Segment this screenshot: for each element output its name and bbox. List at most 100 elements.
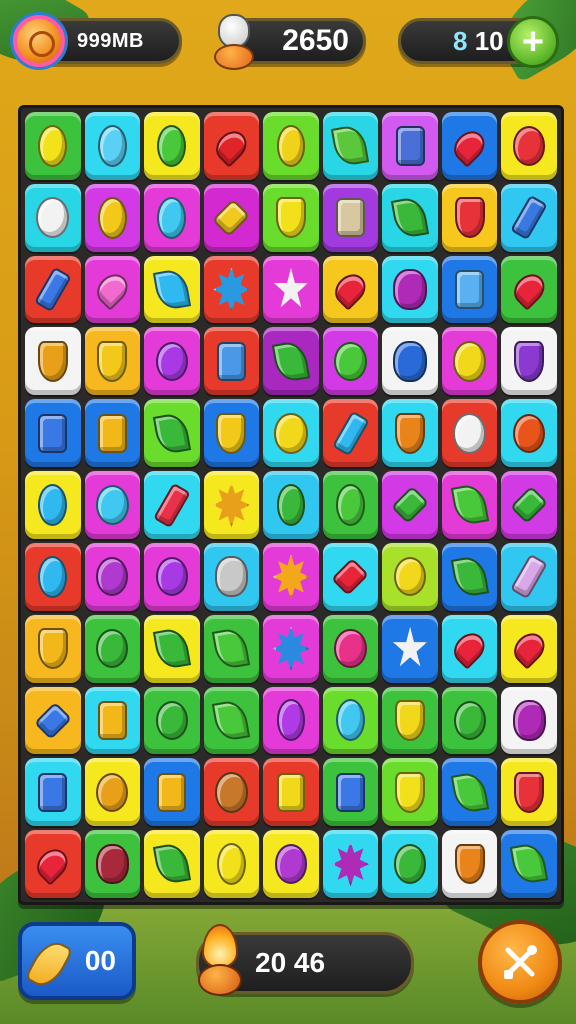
board-tile[interactable]	[441, 255, 498, 324]
board-tile[interactable]	[322, 686, 379, 755]
board-tile[interactable]	[84, 255, 141, 324]
board-tile[interactable]	[25, 327, 81, 396]
board-tile[interactable]	[501, 399, 557, 468]
board-tile[interactable]	[263, 614, 319, 683]
board-tile[interactable]	[441, 399, 498, 468]
board-tile[interactable]	[203, 399, 260, 468]
board-tile[interactable]	[501, 758, 557, 827]
board-tile[interactable]	[263, 112, 319, 180]
board-tile[interactable]	[382, 614, 438, 683]
board-tile[interactable]	[84, 327, 141, 396]
board-tile[interactable]	[441, 830, 498, 898]
board-tile[interactable]	[25, 399, 81, 468]
board-tile[interactable]	[382, 183, 438, 252]
board-tile[interactable]	[441, 183, 498, 252]
board-tile[interactable]	[441, 471, 498, 539]
board-tile[interactable]	[441, 112, 498, 180]
board-tile[interactable]	[501, 686, 557, 755]
board-tile[interactable]	[25, 830, 81, 898]
add-moves-button[interactable]: +	[507, 16, 559, 68]
board-tile[interactable]	[441, 758, 498, 827]
board-tile[interactable]	[501, 112, 557, 180]
settings-button[interactable]	[478, 920, 562, 1004]
board-tile[interactable]	[322, 471, 379, 539]
board-tile[interactable]	[144, 399, 200, 468]
board-tile[interactable]	[25, 542, 81, 611]
board-tile[interactable]	[441, 542, 498, 611]
board-tile[interactable]	[501, 327, 557, 396]
board-tile[interactable]	[441, 327, 498, 396]
board-tile[interactable]	[501, 183, 557, 252]
board-tile[interactable]	[25, 112, 81, 180]
board-tile[interactable]	[144, 542, 200, 611]
board-tile[interactable]	[441, 614, 498, 683]
board-tile[interactable]	[382, 255, 438, 324]
board-tile[interactable]	[322, 542, 379, 611]
board-tile[interactable]	[25, 686, 81, 755]
board-tile[interactable]	[144, 758, 200, 827]
board-tile[interactable]	[322, 255, 379, 324]
board-tile[interactable]	[322, 830, 379, 898]
board-tile[interactable]	[203, 830, 260, 898]
board-tile[interactable]	[84, 830, 141, 898]
board-tile[interactable]	[382, 830, 438, 898]
board-tile[interactable]	[203, 471, 260, 539]
board-tile[interactable]	[203, 686, 260, 755]
board-tile[interactable]	[263, 327, 319, 396]
board-tile[interactable]	[263, 830, 319, 898]
board-tile[interactable]	[144, 471, 200, 539]
board-tile[interactable]	[322, 112, 379, 180]
board-tile[interactable]	[263, 255, 319, 324]
board-tile[interactable]	[501, 255, 557, 324]
board-tile[interactable]	[203, 183, 260, 252]
board-tile[interactable]	[25, 614, 81, 683]
board-tile[interactable]	[322, 399, 379, 468]
board-tile[interactable]	[382, 471, 438, 539]
board-tile[interactable]	[441, 686, 498, 755]
board-tile[interactable]	[382, 758, 438, 827]
board-tile[interactable]	[84, 542, 141, 611]
board-tile[interactable]	[25, 183, 81, 252]
board-tile[interactable]	[322, 183, 379, 252]
board-tile[interactable]	[501, 471, 557, 539]
board-tile[interactable]	[263, 471, 319, 539]
board-tile[interactable]	[263, 686, 319, 755]
board-tile[interactable]	[84, 686, 141, 755]
board-tile[interactable]	[263, 399, 319, 468]
board-tile[interactable]	[144, 686, 200, 755]
board-tile[interactable]	[382, 399, 438, 468]
board-tile[interactable]	[382, 542, 438, 611]
board-tile[interactable]	[203, 614, 260, 683]
board-tile[interactable]	[84, 112, 141, 180]
booster-button[interactable]: 00	[18, 922, 136, 1000]
board-tile[interactable]	[144, 183, 200, 252]
board-tile[interactable]	[322, 327, 379, 396]
board-tile[interactable]	[25, 758, 81, 827]
board-tile[interactable]	[382, 112, 438, 180]
board-tile[interactable]	[203, 327, 260, 396]
board-tile[interactable]	[144, 327, 200, 396]
board-tile[interactable]	[382, 686, 438, 755]
board-tile[interactable]	[263, 542, 319, 611]
board-tile[interactable]	[203, 542, 260, 611]
board-tile[interactable]	[84, 183, 141, 252]
board-tile[interactable]	[382, 327, 438, 396]
board-tile[interactable]	[203, 255, 260, 324]
board-tile[interactable]	[322, 614, 379, 683]
board-tile[interactable]	[25, 471, 81, 539]
board-tile[interactable]	[144, 614, 200, 683]
board-tile[interactable]	[84, 614, 141, 683]
board-tile[interactable]	[263, 183, 319, 252]
board-tile[interactable]	[144, 112, 200, 180]
board-tile[interactable]	[501, 830, 557, 898]
board-tile[interactable]	[144, 255, 200, 324]
board-tile[interactable]	[322, 758, 379, 827]
board-tile[interactable]	[25, 255, 81, 324]
board-tile[interactable]	[203, 758, 260, 827]
board-tile[interactable]	[263, 758, 319, 827]
board-tile[interactable]	[144, 830, 200, 898]
board-tile[interactable]	[84, 758, 141, 827]
board-tile[interactable]	[203, 112, 260, 180]
board-tile[interactable]	[501, 614, 557, 683]
board-tile[interactable]	[501, 542, 557, 611]
